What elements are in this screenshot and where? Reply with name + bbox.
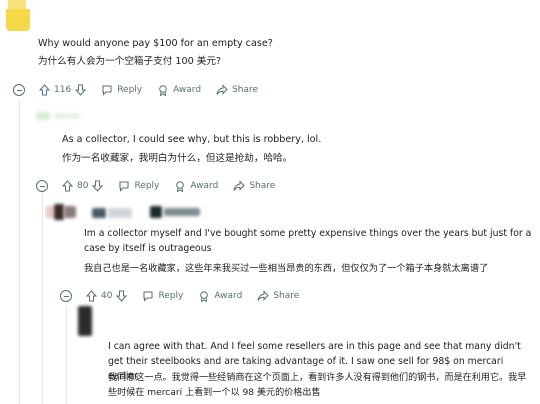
avatar[interactable] [36, 110, 84, 122]
reply-button[interactable]: Reply [142, 290, 183, 302]
comment-text-zh: 为什么有人会为一个空箱子支付 100 美元? [38, 56, 222, 67]
comment-text-zh: 我同意这一点。我觉得一些经销商在这个页面上，看到许多人没有得到他们的钢书，而是在… [108, 373, 527, 398]
collapse-icon[interactable] [13, 84, 25, 96]
reply-icon [143, 291, 153, 302]
reply-icon [119, 181, 129, 192]
award-label: Award [214, 291, 243, 301]
comment-actions: 116 Reply Award Share [13, 82, 273, 98]
share-icon [257, 290, 270, 301]
share-label: Share [249, 181, 276, 191]
award-icon [159, 85, 167, 96]
award-button[interactable]: Award [198, 290, 242, 302]
upvote-icon[interactable] [39, 84, 50, 96]
share-button[interactable]: Share [233, 180, 275, 192]
comment-text-en: Why would anyone pay $100 for an empty c… [38, 38, 273, 49]
downvote-icon[interactable] [116, 290, 128, 302]
vote-group: 40 [86, 290, 128, 302]
reply-button[interactable]: Reply [101, 84, 142, 96]
reply-label: Reply [134, 181, 160, 191]
vote-group: 80 [62, 180, 104, 192]
share-button[interactable]: Share [257, 290, 299, 302]
award-icon [200, 291, 209, 302]
avatar[interactable] [46, 202, 206, 222]
thread-line [19, 100, 20, 404]
comment-text-zh: 作为一名收藏家，我明白为什么，但这是抢劫，哈哈。 [62, 153, 293, 164]
award-icon [176, 181, 185, 192]
avatar[interactable] [76, 306, 96, 338]
vote-count: 116 [54, 85, 72, 95]
share-label: Share [232, 85, 259, 95]
upvote-icon[interactable] [62, 180, 73, 192]
collapse-icon[interactable] [36, 180, 48, 192]
upvote-icon[interactable] [86, 290, 97, 302]
avatar[interactable] [6, 0, 32, 32]
downvote-icon[interactable] [75, 84, 87, 96]
award-label: Award [173, 85, 202, 95]
comment-text-en: As a collector, I could see why, but thi… [62, 134, 322, 145]
thread-line [66, 306, 67, 404]
reply-label: Reply [117, 85, 143, 95]
vote-group: 116 [39, 84, 87, 96]
share-label: Share [273, 291, 300, 301]
comment-text-zh: 我自己也是一名收藏家，这些年来我买过一些相当昂贵的东西，但仅仅为了一个箱子本身就… [84, 263, 489, 274]
share-icon [216, 84, 228, 95]
reply-label: Reply [158, 291, 184, 301]
collapse-icon[interactable] [60, 290, 72, 302]
share-icon [233, 180, 246, 191]
award-button[interactable]: Award [157, 84, 201, 96]
vote-count: 80 [77, 181, 89, 191]
comment-actions: 40 Reply Award Share [60, 288, 314, 304]
thread-line [42, 190, 43, 404]
award-button[interactable]: Award [174, 180, 218, 192]
award-label: Award [190, 181, 219, 191]
vote-count: 40 [101, 291, 113, 301]
reply-button[interactable]: Reply [118, 180, 159, 192]
comment-text-en: Im a collector myself and I've bought so… [84, 228, 532, 254]
reply-icon [102, 85, 112, 96]
downvote-icon[interactable] [92, 180, 104, 192]
share-button[interactable]: Share [216, 84, 258, 96]
comment-actions: 80 Reply Award Share [36, 178, 290, 194]
